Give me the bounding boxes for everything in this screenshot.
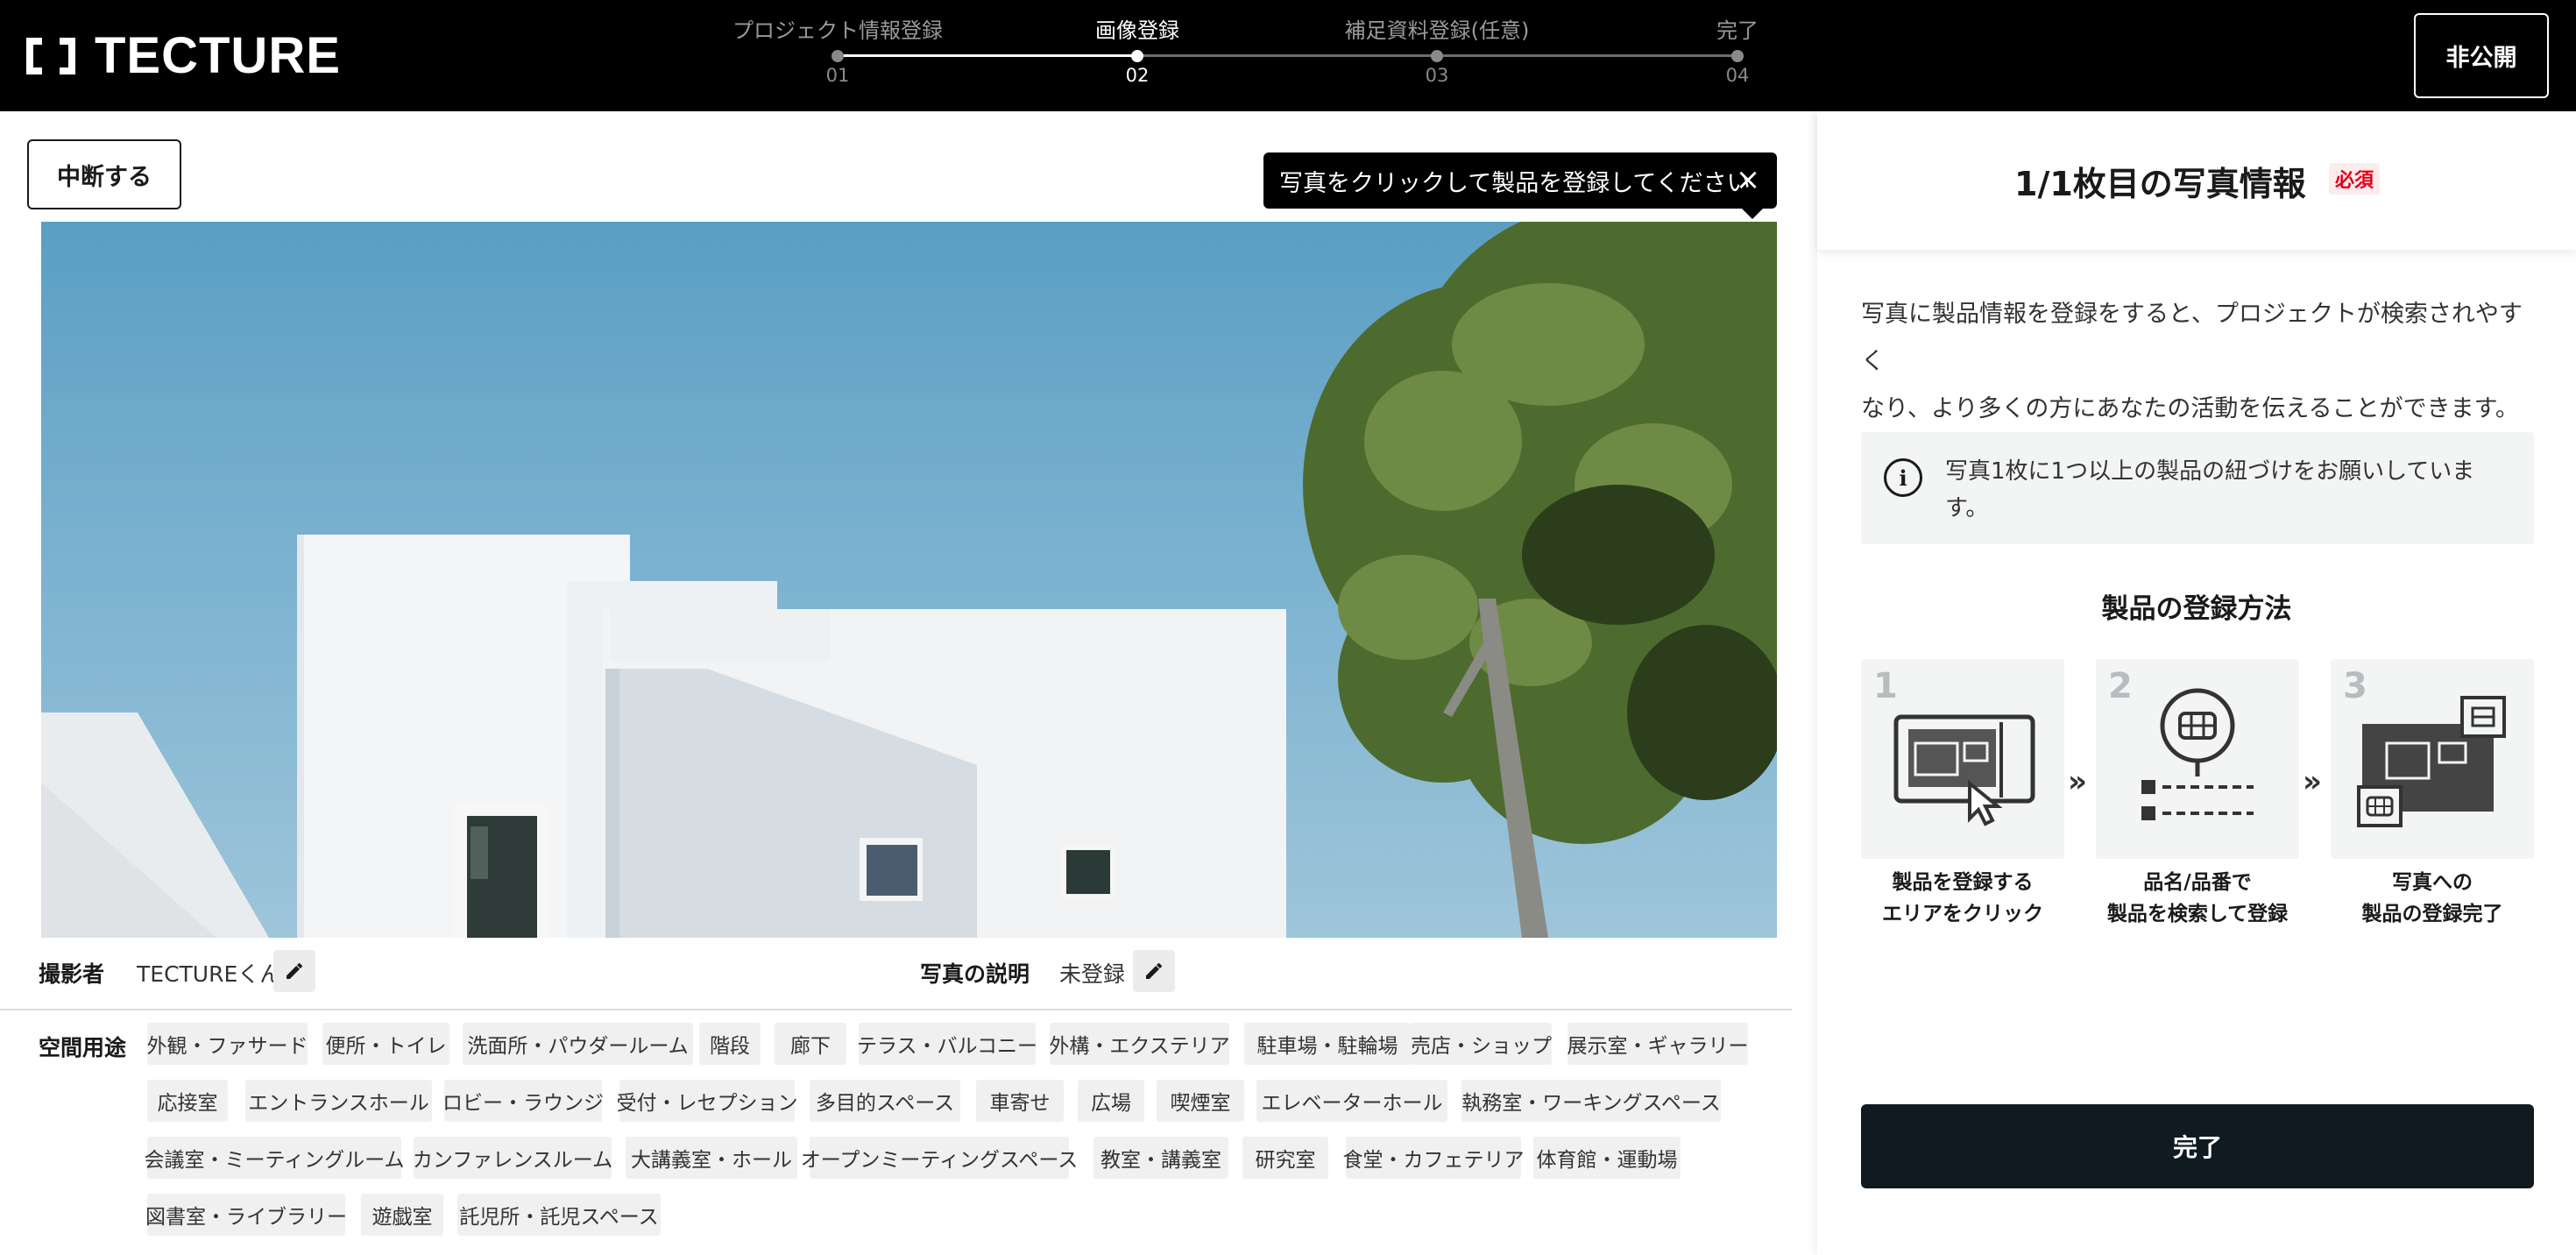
- step-3-number: 03: [1425, 65, 1449, 86]
- howto-title: 製品の登録方法: [2101, 593, 2292, 625]
- step-3: 補足資料登録(任意) 03: [1323, 18, 1551, 86]
- space-tag[interactable]: 執務室・ワーキングスペース: [1461, 1080, 1721, 1122]
- step-3-dot: [1431, 50, 1443, 62]
- space-tag[interactable]: 外構・エクステリア: [1049, 1023, 1230, 1065]
- space-tag[interactable]: 託児所・託児スペース: [457, 1194, 661, 1236]
- space-tag[interactable]: 階段: [699, 1023, 761, 1065]
- space-tag[interactable]: 食堂・カフェテリア: [1343, 1137, 1525, 1179]
- pencil-icon: [1146, 963, 1162, 979]
- step-1-caption-line-1: 製品を登録する: [1892, 871, 2034, 894]
- photo-info-panel: 1/1枚目の写真情報 必須 写真に製品情報を登録をすると、プロジェクトが検索され…: [1817, 111, 2576, 1255]
- search-product-icon: [2141, 688, 2254, 820]
- step-4-number: 04: [1725, 65, 1750, 86]
- step-1-label: プロジェクト情報登録: [732, 18, 943, 43]
- howto-step-2-card: 2: [2096, 659, 2299, 859]
- step-3-label: 補足資料登録(任意): [1344, 18, 1530, 43]
- step-1-dot: [832, 50, 844, 62]
- required-badge: 必須: [2329, 163, 2380, 195]
- chevron-right-icon: »: [2303, 764, 2322, 799]
- space-tag[interactable]: 売店・ショップ: [1411, 1023, 1552, 1065]
- space-tag[interactable]: エントランスホール: [245, 1080, 432, 1122]
- space-tag[interactable]: 図書室・ライブラリー: [145, 1194, 347, 1236]
- howto-step-1-caption: 製品を登録する エリアをクリック: [1861, 867, 2064, 930]
- pause-button[interactable]: 中断する: [27, 139, 181, 209]
- notice-text: 写真1枚に1つ以上の製品の紐づけをお願いしています。: [1945, 458, 2475, 521]
- logo-bracket-right: [60, 38, 75, 74]
- edit-description-button[interactable]: [1133, 950, 1175, 992]
- chevron-right-icon: »: [2068, 764, 2087, 799]
- panel-title: 1/1枚目の写真情報: [2014, 165, 2306, 203]
- space-tag[interactable]: 受付・レセプション: [617, 1080, 798, 1122]
- description-label: 写真の説明: [920, 961, 1030, 987]
- tecture-logo[interactable]: TECTURE: [26, 28, 341, 84]
- done-button[interactable]: 完了: [1861, 1104, 2534, 1188]
- howto-step-2-caption: 品名/品番で 製品を検索して登録: [2096, 867, 2299, 930]
- space-tag[interactable]: 広場: [1078, 1080, 1144, 1122]
- howto-step-3-caption: 写真への 製品の登録完了: [2331, 867, 2534, 930]
- space-tag[interactable]: 教室・講義室: [1093, 1137, 1228, 1179]
- step-2-number: 02: [1125, 65, 1150, 86]
- step-2-caption-line-1: 品名/品番で: [2143, 871, 2252, 894]
- logo-text: TECTURE: [95, 27, 341, 84]
- photographer-label: 撮影者: [39, 961, 105, 987]
- space-tag[interactable]: 遊戯室: [361, 1194, 443, 1236]
- info-icon: i: [1884, 458, 1922, 497]
- space-tag[interactable]: 車寄せ: [976, 1080, 1064, 1122]
- top-header: TECTURE プロジェクト情報登録 01 画像登録 02 補足資料登録(任意)…: [0, 0, 2576, 111]
- logo-bracket-left: [26, 38, 42, 74]
- space-tag[interactable]: 廊下: [775, 1023, 846, 1065]
- panel-header: 1/1枚目の写真情報 必須: [1817, 111, 2576, 250]
- notice-box: i 写真1枚に1つ以上の製品の紐づけをお願いしています。: [1861, 432, 2534, 544]
- tooltip-text: 写真をクリックして製品を登録してください: [1279, 169, 1751, 197]
- step-4-label: 完了: [1716, 18, 1759, 43]
- step-1: プロジェクト情報登録 01: [724, 18, 952, 86]
- panel-intro: 写真に製品情報を登録をすると、プロジェクトが検索されやすく なり、より多くの方に…: [1861, 291, 2544, 433]
- space-tag[interactable]: 外観・ファサード: [147, 1023, 308, 1065]
- pencil-icon: [287, 963, 302, 979]
- space-tag[interactable]: 体育館・運動場: [1533, 1137, 1681, 1179]
- description-value: 未登録: [1059, 961, 1126, 987]
- space-tag[interactable]: テラス・バルコニー: [857, 1023, 1037, 1065]
- intro-line-2: なり、より多くの方にあなたの活動を伝えることができます。: [1861, 395, 2519, 422]
- step-2-label: 画像登録: [1095, 18, 1179, 43]
- step-4: 完了 04: [1624, 18, 1851, 86]
- registered-photo-icon: [2357, 696, 2506, 827]
- space-tag[interactable]: 展示室・ギャラリー: [1568, 1023, 1749, 1065]
- space-tag[interactable]: 多目的スペース: [810, 1080, 960, 1122]
- edit-photographer-button[interactable]: [273, 950, 315, 992]
- photo-info-row: 撮影者 TECTUREくん 写真の説明 未登録: [0, 938, 1792, 1010]
- step-2-caption-line-2: 製品を検索して登録: [2106, 903, 2289, 925]
- progress-stepper: プロジェクト情報登録 01 画像登録 02 補足資料登録(任意) 03 完了 0…: [727, 18, 1761, 96]
- step-2-dot: [1131, 50, 1143, 62]
- space-tag[interactable]: 喫煙室: [1157, 1080, 1244, 1122]
- space-tag[interactable]: 便所・トイレ: [322, 1023, 449, 1065]
- close-icon[interactable]: ×: [1735, 165, 1761, 195]
- building-illustration: [41, 222, 1777, 938]
- howto-step-1-card: 1: [1861, 659, 2064, 859]
- space-tag[interactable]: ロビー・ラウンジ: [442, 1080, 604, 1122]
- intro-line-1: 写真に製品情報を登録をすると、プロジェクトが検索されやすく: [1861, 301, 2523, 375]
- step-4-dot: [1731, 50, 1744, 62]
- space-tag[interactable]: エレベーターホール: [1256, 1080, 1447, 1122]
- visibility-button[interactable]: 非公開: [2414, 13, 2549, 98]
- photo-hint-tooltip: 写真をクリックして製品を登録してください ×: [1263, 152, 1777, 219]
- space-tag[interactable]: 研究室: [1242, 1137, 1328, 1179]
- space-tag[interactable]: オープンミーティングスペース: [801, 1137, 1078, 1179]
- space-tag[interactable]: 洗面所・パウダールーム: [463, 1023, 693, 1065]
- step-3-caption-line-1: 写真への: [2392, 871, 2473, 894]
- space-tag[interactable]: 会議室・ミーティングルーム: [145, 1137, 404, 1179]
- space-tag[interactable]: 駐車場・駐輪場: [1244, 1023, 1411, 1065]
- space-tag[interactable]: 応接室: [147, 1080, 228, 1122]
- step-2: 画像登録 02: [1023, 18, 1251, 86]
- step-1-caption-line-2: エリアをクリック: [1882, 903, 2043, 925]
- space-tag[interactable]: カンファレンスルーム: [413, 1137, 612, 1179]
- click-area-icon: [1893, 714, 2035, 826]
- step-3-caption-line-2: 製品の登録完了: [2361, 903, 2503, 925]
- project-photo[interactable]: [41, 222, 1777, 938]
- howto-step-3-card: 3: [2331, 659, 2534, 859]
- space-tag[interactable]: 大講義室・ホール: [626, 1137, 797, 1179]
- space-use-label: 空間用途: [39, 1035, 127, 1060]
- step-1-number: 01: [825, 65, 850, 86]
- photographer-value: TECTUREくん: [137, 961, 282, 987]
